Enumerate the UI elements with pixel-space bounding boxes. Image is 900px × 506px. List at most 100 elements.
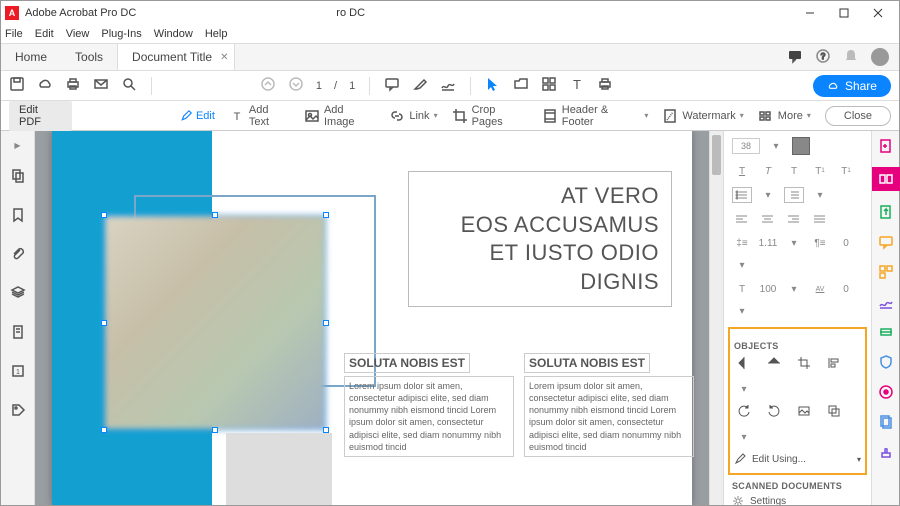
menu-help[interactable]: Help [205, 28, 228, 40]
flip-vertical-icon[interactable] [734, 355, 754, 371]
text-color-swatch[interactable] [792, 137, 810, 155]
bell-icon[interactable] [843, 48, 859, 67]
header-footer-tool[interactable]: Header & Footer▾ [542, 104, 649, 128]
scan-rail-icon[interactable] [877, 323, 895, 341]
text-column-1[interactable]: SOLUTA NOBIS EST Lorem ipsum dolor sit a… [344, 353, 514, 457]
pages-icon[interactable] [10, 324, 26, 345]
crop-tool[interactable]: Crop Pages [452, 104, 528, 128]
edit-pdf-rail-icon[interactable] [872, 167, 900, 191]
number-chevron-icon[interactable]: ▾ [810, 187, 830, 203]
combine-rail-icon[interactable] [877, 413, 895, 431]
para-spacing-chev-icon[interactable]: ▾ [732, 257, 752, 273]
print-icon[interactable] [65, 76, 81, 95]
bold-icon[interactable]: T [732, 163, 752, 179]
tab-document[interactable]: Document Title ✕ [117, 44, 235, 70]
page-current[interactable]: 1 [316, 80, 322, 92]
menu-view[interactable]: View [66, 28, 90, 40]
tab-home[interactable]: Home [1, 44, 61, 70]
close-edit-button[interactable]: Close [825, 106, 891, 126]
char-spacing-chev-icon[interactable]: ▾ [732, 303, 752, 319]
more-tool[interactable]: More▾ [758, 108, 811, 124]
arrange-icon[interactable] [824, 403, 844, 419]
protect-rail-icon[interactable] [877, 353, 895, 371]
tab-tools[interactable]: Tools [61, 44, 117, 70]
rotate-cw-icon[interactable] [764, 403, 784, 419]
superscript-icon[interactable]: T1 [810, 163, 830, 179]
settings-button[interactable]: Settings [732, 495, 863, 505]
comment-rail-icon[interactable] [877, 233, 895, 251]
bullet-chevron-icon[interactable]: ▾ [758, 187, 778, 203]
rotate-ccw-icon[interactable] [734, 403, 754, 419]
help-icon[interactable]: ? [815, 48, 831, 67]
align-justify-icon[interactable] [810, 211, 830, 227]
maximize-button[interactable] [827, 2, 861, 24]
sign-icon[interactable] [440, 76, 456, 95]
mail-icon[interactable] [93, 76, 109, 95]
page-up-icon[interactable] [260, 76, 276, 95]
bookmarks-icon[interactable] [10, 207, 26, 228]
subscript-icon[interactable]: T1 [836, 163, 856, 179]
chat-icon[interactable] [787, 48, 803, 67]
number-list-icon[interactable] [784, 187, 804, 203]
page-down-icon[interactable] [288, 76, 304, 95]
organize-icon[interactable] [541, 76, 557, 95]
edit-using-button[interactable]: Edit Using... ▾ [734, 451, 861, 467]
italic-icon[interactable]: T [758, 163, 778, 179]
vertical-scrollbar[interactable] [709, 131, 723, 505]
thumbnails-icon[interactable] [10, 168, 26, 189]
close-window-button[interactable] [861, 2, 895, 24]
arrange-chev-icon[interactable]: ▾ [734, 429, 754, 445]
hscale-chev-icon[interactable]: ▾ [784, 281, 804, 297]
print2-icon[interactable] [597, 76, 613, 95]
rail-collapse-icon[interactable]: ▶ [14, 141, 20, 150]
hero-text-box[interactable]: AT VERO EOS ACCUSAMUS ET IUSTO ODIO DIGN… [408, 171, 672, 307]
add-text-tool[interactable]: T Add Text [229, 104, 290, 128]
share-button[interactable]: Share [813, 75, 891, 97]
menu-edit[interactable]: Edit [35, 28, 54, 40]
line-height-chev-icon[interactable]: ▾ [784, 235, 804, 251]
replace-image-icon[interactable] [794, 403, 814, 419]
line-height-value[interactable]: 1.11 [758, 235, 778, 251]
edit-tool[interactable]: Edit [180, 110, 215, 122]
more-tools-icon[interactable] [877, 383, 895, 401]
char-spacing-value[interactable]: 0 [836, 281, 856, 297]
document-canvas[interactable]: AT VERO EOS ACCUSAMUS ET IUSTO ODIO DIGN… [35, 131, 709, 505]
save-icon[interactable] [9, 76, 25, 95]
select-icon[interactable] [485, 76, 501, 95]
menu-plugins[interactable]: Plug-Ins [101, 28, 141, 40]
para-spacing-value[interactable]: 0 [836, 235, 856, 251]
minimize-button[interactable] [793, 2, 827, 24]
align-left-icon[interactable] [732, 211, 752, 227]
align-object-icon[interactable] [824, 355, 844, 371]
highlight-icon[interactable] [412, 76, 428, 95]
text-icon[interactable]: T [569, 76, 585, 95]
crop-object-icon[interactable] [794, 355, 814, 371]
attachments-icon[interactable] [10, 246, 26, 267]
cloud-icon[interactable] [37, 76, 53, 95]
comment-icon[interactable] [384, 76, 400, 95]
font-size-chevron-icon[interactable]: ▾ [766, 138, 786, 154]
layers-icon[interactable] [10, 285, 26, 306]
order-icon[interactable]: 1 [10, 363, 26, 384]
align-chev-icon[interactable]: ▾ [734, 381, 754, 397]
menu-file[interactable]: File [5, 28, 23, 40]
link-tool[interactable]: Link▾ [389, 108, 437, 124]
underline-icon[interactable]: T [784, 163, 804, 179]
stamp-rail-icon[interactable] [877, 443, 895, 461]
watermark-tool[interactable]: Watermark▾ [662, 108, 743, 124]
align-center-icon[interactable] [758, 211, 778, 227]
organize-rail-icon[interactable] [877, 263, 895, 281]
zoom-icon[interactable] [121, 76, 137, 95]
text-column-2[interactable]: SOLUTA NOBIS EST Lorem ipsum dolor sit a… [524, 353, 694, 457]
add-image-tool[interactable]: Add Image [304, 104, 375, 128]
align-right-icon[interactable] [784, 211, 804, 227]
avatar[interactable] [871, 48, 889, 66]
export-pdf-icon[interactable] [877, 203, 895, 221]
tab-close-icon[interactable]: ✕ [220, 52, 228, 63]
flip-horizontal-icon[interactable] [764, 355, 784, 371]
fill-sign-icon[interactable] [877, 293, 895, 311]
bullet-list-icon[interactable] [732, 187, 752, 203]
menu-window[interactable]: Window [154, 28, 193, 40]
open-icon[interactable] [513, 76, 529, 95]
horizontal-scale-value[interactable]: 100 [758, 281, 778, 297]
